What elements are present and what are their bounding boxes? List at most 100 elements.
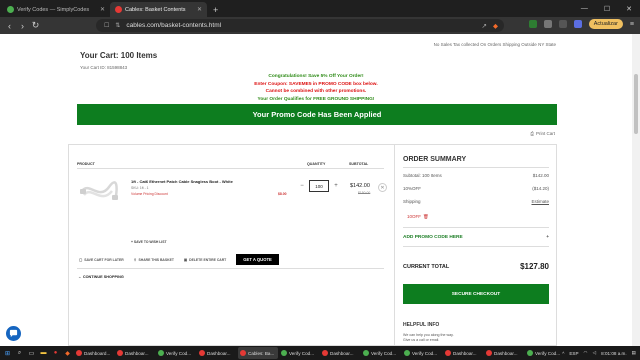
applied-code-label: 10OFF	[407, 214, 422, 219]
update-button[interactable]: Actualizar	[588, 19, 623, 29]
close-tab-icon[interactable]: ✕	[100, 6, 105, 13]
add-promo-label: ADD PROMO CODE HERE	[403, 235, 463, 240]
search-icon[interactable]: ⌕	[14, 348, 25, 359]
quantity-input[interactable]: 100	[309, 180, 329, 192]
bookmark-icon[interactable]: ☐	[104, 22, 109, 29]
taskbar-window-label: Dashboar...	[207, 350, 231, 356]
increase-quantity-button[interactable]: +	[332, 183, 340, 189]
window-favicon-icon	[199, 350, 205, 356]
header-quantity: QUANTITY	[307, 162, 326, 166]
brave-shield-icon[interactable]: ◆	[493, 22, 498, 30]
close-tab-icon[interactable]: ✕	[197, 6, 202, 13]
language-indicator[interactable]: ESP	[569, 351, 578, 356]
window-favicon-icon	[404, 350, 410, 356]
file-explorer-icon[interactable]: ▬	[38, 348, 49, 359]
taskbar-window-button[interactable]: Verify Cod...	[361, 347, 401, 359]
promo-message: Congratulations! Save 5% Off Your Order!…	[200, 73, 432, 104]
shipping-estimate-link[interactable]: Estimate	[531, 199, 549, 204]
plus-icon: +	[546, 235, 549, 240]
wifi-icon[interactable]: ◠	[584, 350, 588, 356]
add-promo-code-toggle[interactable]: ADD PROMO CODE HERE +	[403, 235, 549, 240]
order-summary-title: ORDER SUMMARY	[403, 156, 467, 163]
address-bar[interactable]: ☐ ⇅ cables.com/basket-contents.html ↗ ◆	[96, 19, 504, 32]
leo-ai-icon[interactable]	[573, 20, 582, 28]
reload-icon[interactable]: ↻	[29, 20, 42, 31]
extension-puzzle-icon[interactable]	[558, 20, 567, 28]
product-image[interactable]	[79, 175, 119, 205]
promo-line-restriction: Cannot be combined with other promotions…	[265, 89, 367, 95]
taskbar-window-button[interactable]: Verify Cod...	[279, 347, 319, 359]
product-name[interactable]: 1ft - Cat6 Ethernet Patch Cable Snagless…	[131, 179, 233, 184]
chat-widget-button[interactable]	[6, 326, 21, 341]
taskbar-window-button[interactable]: Dashboar...	[484, 347, 524, 359]
browser-tab-cables[interactable]: Cables: Basket Contents ✕	[110, 2, 207, 17]
applied-code-chip: 10OFF 🗑	[407, 214, 429, 220]
chrome-icon[interactable]: ●	[50, 348, 61, 359]
taskbar-window-button[interactable]: Verify Cod...	[156, 347, 196, 359]
minimize-icon[interactable]: —	[581, 5, 588, 12]
simplycodes-favicon-icon	[7, 6, 14, 13]
taskbar-window-button[interactable]: Dashboard...	[74, 347, 114, 359]
secure-checkout-button[interactable]: SECURE CHECKOUT	[403, 284, 549, 304]
save-cart-button[interactable]: ▢ SAVE CART FOR LATER	[79, 258, 124, 262]
share-basket-button[interactable]: ⇪ SHARE THIS BASKET	[134, 258, 174, 262]
taskbar-window-label: Dashboar...	[125, 350, 149, 356]
taskbar-windows: Dashboard... Dashboar... Verify Cod... Dash…	[74, 347, 565, 359]
site-info-icon[interactable]: ⇅	[115, 22, 120, 29]
scrollbar-thumb[interactable]	[634, 74, 638, 134]
taskbar-window-label: Dashboar...	[330, 350, 354, 356]
window-favicon-icon	[76, 350, 82, 356]
window-favicon-icon	[240, 350, 246, 356]
taskbar-window-label: Verify Cod...	[535, 350, 561, 356]
taskbar-window-button[interactable]: Verify Cod...	[402, 347, 442, 359]
header-divider	[77, 168, 384, 169]
remove-item-icon[interactable]: ✕	[378, 183, 387, 192]
header-product: PRODUCT	[77, 162, 95, 166]
tax-note: No Sales Tax collected On Orders Shippin…	[433, 42, 556, 47]
delete-cart-button[interactable]: ▣ DELETE ENTIRE CART	[184, 258, 226, 262]
promo-line-shipping: Your Order Qualifies for FREE GROUND SHI…	[257, 97, 375, 103]
shipping-label: Shipping	[403, 199, 421, 204]
url-text[interactable]: cables.com/basket-contents.html	[126, 22, 221, 29]
system-tray: ^ ESP ◠ ◁ 8:01:08 a.m. ▤	[562, 346, 636, 360]
get-quote-button[interactable]: GET A QUOTE	[236, 254, 279, 265]
chat-bubble-icon	[9, 329, 18, 338]
window-favicon-icon	[281, 350, 287, 356]
page-scrollbar[interactable]	[632, 34, 640, 346]
clock[interactable]: 8:01:08 a.m.	[601, 351, 627, 356]
brave-icon[interactable]: ◆	[62, 348, 73, 359]
extension-green-icon[interactable]	[528, 20, 537, 28]
remove-code-icon[interactable]: 🗑	[423, 214, 429, 220]
taskbar-window-button[interactable]: Dashboar...	[197, 347, 237, 359]
taskbar-window-button[interactable]: Dashboar...	[443, 347, 483, 359]
save-to-wishlist-link[interactable]: + SAVE TO WISH LIST	[131, 240, 167, 244]
taskbar-window-button[interactable]: Cables: Ba...	[238, 347, 278, 359]
tray-chevron-icon[interactable]: ^	[562, 351, 564, 356]
maximize-icon[interactable]: ☐	[604, 5, 610, 13]
share-icon[interactable]: ↗	[482, 22, 487, 30]
continue-shopping-link[interactable]: ← CONTINUE SHOPPING	[78, 275, 124, 279]
taskbar-window-button[interactable]: Dashboar...	[115, 347, 155, 359]
task-view-icon[interactable]: ▭	[26, 348, 37, 359]
cables-favicon-icon	[115, 6, 122, 13]
forward-icon[interactable]: ›	[16, 21, 29, 31]
menu-icon[interactable]: ≡	[630, 21, 634, 28]
extension-grey-icon[interactable]	[543, 20, 552, 28]
notifications-icon[interactable]: ▤	[632, 350, 636, 356]
taskbar-window-button[interactable]: Dashboar...	[320, 347, 360, 359]
taskbar-window-button[interactable]: Verify Cod...	[525, 347, 565, 359]
cart-items-panel: PRODUCT QUANTITY SUBTOTAL 1ft - Cat6 Eth…	[69, 145, 395, 345]
volume-icon[interactable]: ◁	[593, 350, 597, 356]
back-icon[interactable]: ‹	[3, 21, 16, 31]
browser-tab-verify-codes[interactable]: Verify Codes — SimplyCodes ✕	[2, 2, 110, 17]
current-total-row: CURRENT TOTAL $127.80	[403, 262, 549, 271]
discount-label: 10%OFF	[403, 186, 422, 191]
order-summary: ORDER SUMMARY Subtotal: 100 Items $142.0…	[403, 110, 549, 360]
new-tab-icon[interactable]: +	[207, 2, 224, 17]
tab-title: Cables: Basket Contents	[125, 6, 186, 13]
window-controls: — ☐ ✕	[581, 0, 640, 17]
decrease-quantity-button[interactable]: −	[298, 183, 306, 189]
close-window-icon[interactable]: ✕	[626, 5, 632, 13]
volume-discount-amount: $8.00	[278, 192, 287, 196]
start-icon[interactable]: ⊞	[2, 348, 13, 359]
